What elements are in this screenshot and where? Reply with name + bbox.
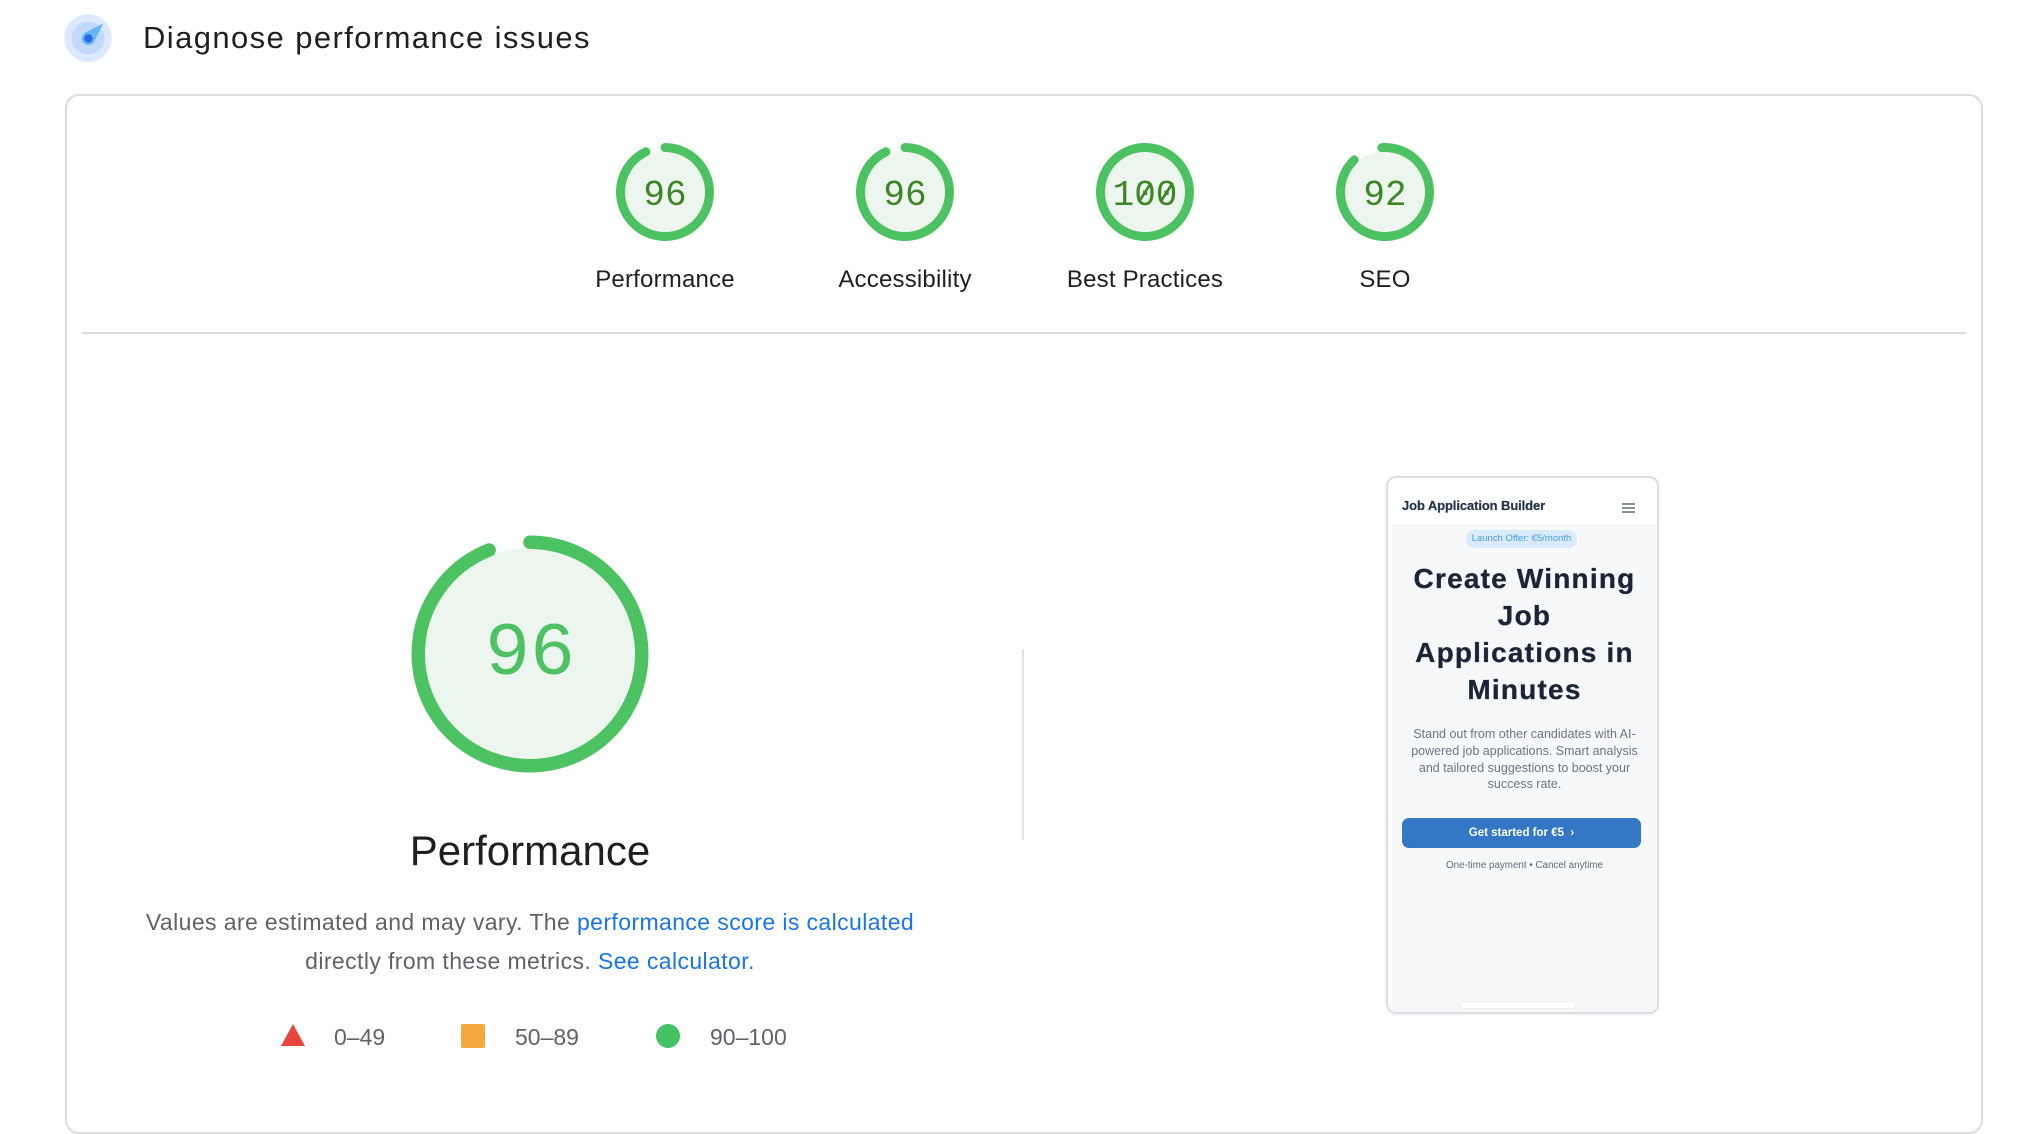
svg-text:92: 92	[1363, 175, 1406, 216]
svg-text:96: 96	[643, 175, 686, 216]
svg-text:100: 100	[1113, 175, 1178, 216]
svg-text:96: 96	[485, 612, 575, 697]
svg-text:96: 96	[883, 175, 926, 216]
